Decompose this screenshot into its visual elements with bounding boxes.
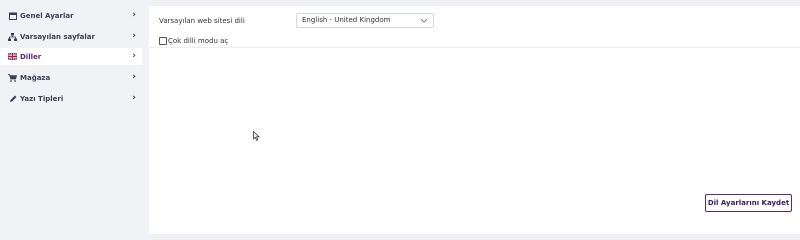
default-language-select[interactable]: English - United Kingdom (296, 13, 434, 28)
sidebar-item-varsayilan-sayfalar[interactable]: Varsayılan sayfalar › (0, 28, 142, 45)
mouse-cursor-icon (253, 126, 260, 145)
chevron-right-icon: › (132, 10, 136, 20)
sitemap-icon (8, 32, 17, 41)
cart-icon (8, 73, 17, 82)
default-language-label: Varsayılan web sitesi dili (159, 17, 245, 25)
divider (149, 47, 800, 48)
chevron-right-icon: › (132, 31, 136, 41)
calendar-icon (8, 11, 17, 20)
pen-icon (8, 94, 17, 103)
sidebar-item-magaza[interactable]: Mağaza › (0, 69, 142, 86)
chevron-right-icon: › (132, 51, 136, 61)
default-language-value: English - United Kingdom (302, 16, 391, 24)
multilang-checkbox[interactable] (159, 37, 167, 45)
chevron-down-icon (419, 15, 429, 25)
flag-icon (8, 52, 17, 61)
sidebar: Genel Ayarlar › Varsayılan sayfalar › Di… (0, 0, 149, 234)
sidebar-item-genel-ayarlar[interactable]: Genel Ayarlar › (0, 7, 142, 24)
sidebar-item-label: Yazı Tipleri (20, 94, 64, 103)
multilang-label: Çok dilli modu aç (168, 37, 229, 45)
sidebar-item-label: Varsayılan sayfalar (20, 32, 95, 41)
chevron-right-icon: › (132, 72, 136, 82)
sidebar-item-label: Diller (20, 52, 42, 61)
sidebar-item-diller[interactable]: Diller › (0, 48, 142, 65)
chevron-right-icon: › (132, 93, 136, 103)
sidebar-item-label: Mağaza (20, 73, 51, 82)
multilang-option: Çok dilli modu aç (159, 37, 228, 45)
sidebar-item-label: Genel Ayarlar (20, 11, 74, 20)
sidebar-item-yazi-tipleri[interactable]: Yazı Tipleri › (0, 90, 142, 107)
save-language-settings-button[interactable]: Dil Ayarlarını Kaydet (705, 194, 792, 212)
language-settings-panel: Varsayılan web sitesi dili English - Uni… (149, 6, 800, 234)
